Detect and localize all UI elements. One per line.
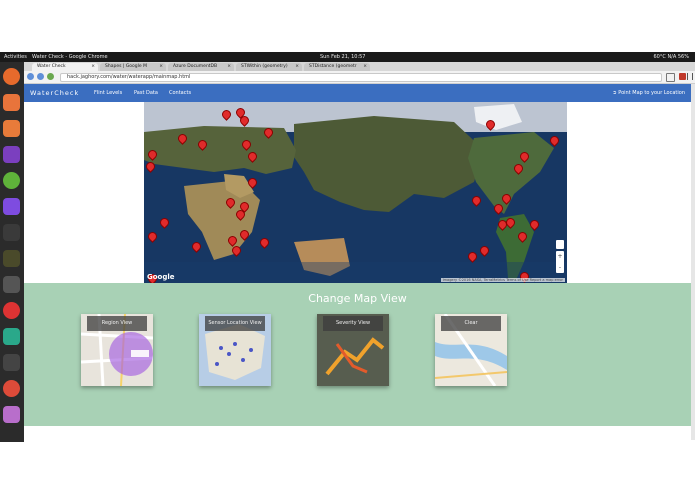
extension-icon[interactable]: [679, 73, 686, 80]
street-view-pegman-icon[interactable]: [556, 240, 564, 249]
change-view-section: Change Map View Region View Sensor Locat…: [24, 283, 691, 426]
phpstorm-icon[interactable]: [3, 198, 20, 215]
os-top-bar: Activities Water Check - Google Chrome S…: [0, 52, 695, 62]
section-title: Change Map View: [308, 292, 407, 305]
nav-flint-levels[interactable]: Flint Levels: [94, 90, 122, 96]
page-scrollbar[interactable]: [691, 84, 695, 440]
google-logo[interactable]: Google: [147, 273, 175, 281]
location-icon: ➲: [612, 89, 617, 96]
close-icon[interactable]: ×: [295, 64, 299, 69]
settings-icon[interactable]: [3, 276, 20, 293]
system-clock[interactable]: Sun Feb 21, 10:57: [320, 54, 366, 60]
tool-icon[interactable]: [3, 250, 20, 267]
nav-past-data[interactable]: Past Data: [134, 90, 158, 96]
activities-button[interactable]: Activities: [4, 54, 27, 60]
check-icon[interactable]: [3, 354, 20, 371]
browser-toolbar: hack.jaghory.com/water/waterapp/mainmap.…: [24, 71, 695, 84]
intellij-icon[interactable]: [3, 146, 20, 163]
browser-tab-strip: Water Check × Shapes | Google M × Azure Do…: [24, 62, 695, 71]
nav-contacts[interactable]: Contacts: [169, 90, 191, 96]
zoom-in-button[interactable]: +: [556, 251, 564, 262]
world-map[interactable]: + - Google Imagery ©2016 NASA, TerraMetr…: [144, 102, 567, 283]
close-icon[interactable]: ×: [91, 64, 95, 69]
system-status[interactable]: 60°C N/A 56%: [654, 54, 690, 60]
forward-icon[interactable]: [37, 73, 44, 80]
close-icon[interactable]: ×: [227, 64, 231, 69]
menu-icon[interactable]: [687, 73, 693, 80]
close-icon[interactable]: ×: [363, 64, 367, 69]
map-attribution[interactable]: Imagery ©2016 NASA, TerraMetrics Terms o…: [440, 278, 565, 282]
address-bar[interactable]: hack.jaghory.com/water/waterapp/mainmap.…: [60, 73, 662, 82]
chrome-icon[interactable]: [3, 380, 20, 397]
tab-stdistance[interactable]: STDistance (geometr ×: [304, 63, 370, 71]
firefox-icon[interactable]: [3, 68, 20, 85]
android-icon[interactable]: [3, 172, 20, 189]
zoom-out-button[interactable]: -: [556, 262, 564, 273]
back-icon[interactable]: [27, 73, 34, 80]
clear-view-label: Clear: [441, 316, 501, 331]
active-app-name: Water Check - Google Chrome: [32, 54, 108, 60]
clear-view-card[interactable]: Clear: [435, 314, 507, 386]
app-nav-bar: WaterCheck Flint Levels Past Data Contac…: [24, 84, 691, 102]
bookmark-star-icon[interactable]: [666, 73, 675, 82]
tab-water-check[interactable]: Water Check ×: [32, 63, 98, 71]
brand-logo[interactable]: WaterCheck: [30, 89, 79, 97]
tab-azure[interactable]: Azure DocumentDB ×: [168, 63, 234, 71]
files-icon[interactable]: [3, 94, 20, 111]
app-launcher: [0, 62, 24, 442]
sensor-location-view-label: Sensor Location View: [205, 316, 265, 331]
severity-view-label: Severity View: [323, 316, 383, 331]
sensor-location-view-card[interactable]: Sensor Location View: [199, 314, 271, 386]
region-view-card[interactable]: Region View: [81, 314, 153, 386]
file-manager-icon[interactable]: [3, 120, 20, 137]
tab-shapes[interactable]: Shapes | Google M ×: [100, 63, 166, 71]
unity-icon[interactable]: [3, 224, 20, 241]
reload-icon[interactable]: [47, 73, 54, 80]
zoom-control: + -: [556, 251, 564, 273]
close-icon[interactable]: ×: [159, 64, 163, 69]
map-imagery: [144, 102, 567, 283]
tab-stwithin[interactable]: STWithin (geometry) ×: [236, 63, 302, 71]
region-view-label: Region View: [87, 316, 147, 331]
update-icon[interactable]: [3, 302, 20, 319]
monitor-icon[interactable]: [3, 328, 20, 345]
severity-view-card[interactable]: Severity View: [317, 314, 389, 386]
notes-icon[interactable]: [3, 406, 20, 423]
point-map-button[interactable]: ➲ Point Map to your Location: [612, 90, 685, 96]
